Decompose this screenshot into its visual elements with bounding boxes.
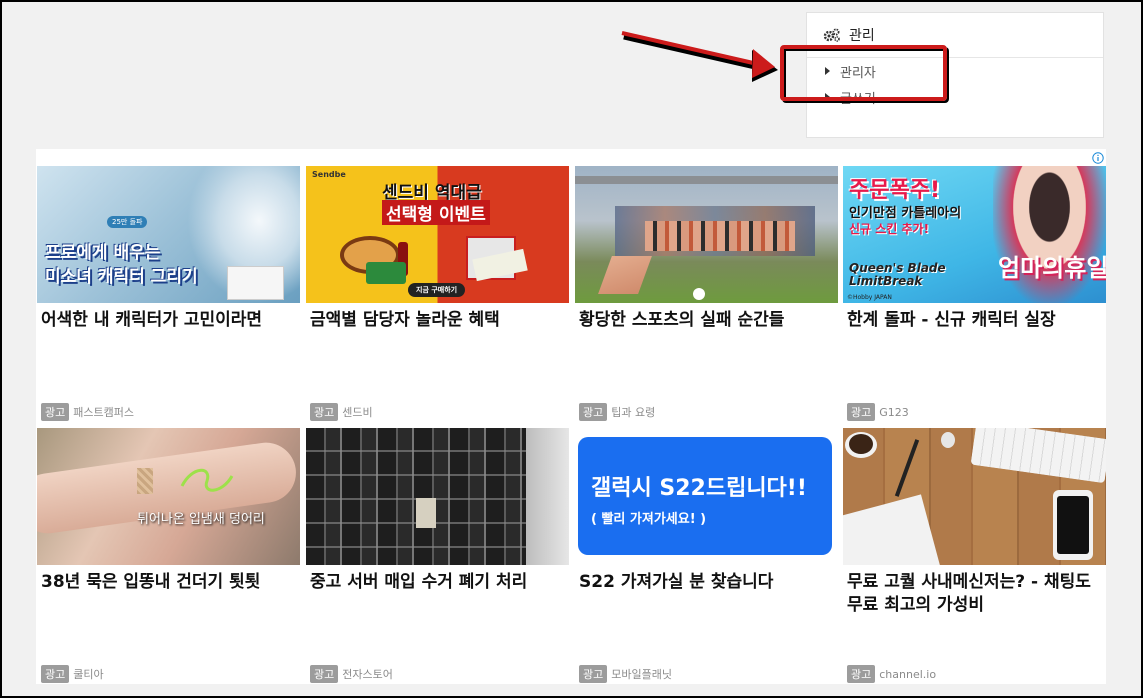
annotation-highlight-box xyxy=(780,45,947,101)
ad-image-text: 선택형 이벤트 xyxy=(382,200,490,225)
ad-title: 어색한 내 캐릭터가 고민이라면 xyxy=(41,310,263,330)
ad-image-logo: Queen's Blade LimitBreak xyxy=(849,261,946,288)
ad-image xyxy=(306,428,569,565)
ad-badge: 광고 xyxy=(847,403,876,421)
ad-image: Sendbe 센드비 역대급 선택형 이벤트 지금 구매하기 xyxy=(306,166,569,303)
ad-image-text: ( 빨리 가져가세요! ) xyxy=(591,512,707,527)
ad-image-text: 미소녀 캐릭터 그리기 xyxy=(45,267,198,287)
ad-title: 무료 고퀄 사내메신저는? - 채팅도 무료 최고의 가성비 xyxy=(847,572,1091,615)
ad-image-cta: 지금 구매하기 xyxy=(408,283,466,297)
ad-title: 한계 돌파 - 신규 캐릭터 실장 xyxy=(847,310,1056,330)
gears-icon xyxy=(823,28,840,42)
ad-badge: 광고 xyxy=(579,665,608,683)
ad-source: 광고 channel.io xyxy=(847,665,936,683)
ad-badge: 광고 xyxy=(41,665,70,683)
ad-image: 갤럭시 S22드립니다!! ( 빨리 가져가세요! ) xyxy=(575,428,838,565)
ad-image: 25만 돌파 프로에게 배우는 미소녀 캐릭터 그리기 xyxy=(37,166,300,303)
info-icon[interactable] xyxy=(1092,152,1104,164)
admin-widget-title: 관리 xyxy=(849,28,875,44)
ad-card[interactable]: 주문폭주! 인기만점 카틀레아의 신규 스킨 추가! Queen's Blade… xyxy=(843,166,1106,421)
ad-image-text: Sendbe xyxy=(312,170,346,179)
ad-brand: G123 xyxy=(879,405,909,419)
ad-image: 튀어나온 입냄새 덩어리 xyxy=(37,428,300,565)
ad-image-text: 갤럭시 S22드립니다!! xyxy=(591,476,807,501)
ad-source: 광고 G123 xyxy=(847,403,909,421)
ad-card[interactable]: 튀어나온 입냄새 덩어리 38년 묵은 입똥내 건더기 툇툇 광고 쿨티아 xyxy=(37,428,300,683)
ad-brand: 센드비 xyxy=(342,406,373,419)
ad-source: 광고 전자스토어 xyxy=(310,665,393,683)
ad-brand: 전자스토어 xyxy=(342,668,393,681)
ad-source: 광고 모바일플래닛 xyxy=(579,665,672,683)
ad-image-copyright: ©Hobby JAPAN xyxy=(847,294,892,301)
ad-brand: 패스트캠퍼스 xyxy=(73,406,134,419)
ad-source: 광고 패스트캠퍼스 xyxy=(41,403,134,421)
ad-card[interactable]: 황당한 스포츠의 실패 순간들 광고 팁과 요령 xyxy=(575,166,838,421)
ad-brand: 팁과 요령 xyxy=(611,406,656,419)
ad-image: 주문폭주! 인기만점 카틀레아의 신규 스킨 추가! Queen's Blade… xyxy=(843,166,1106,303)
annotation-arrow xyxy=(621,31,778,82)
ad-title: 중고 서버 매입 수거 폐기 처리 xyxy=(310,572,528,592)
ad-image-text: 신규 스킨 추가! xyxy=(849,222,930,236)
ad-image-text: 엄마의휴일 xyxy=(998,254,1106,282)
ad-card[interactable]: 갤럭시 S22드립니다!! ( 빨리 가져가세요! ) S22 가져가실 분 찾… xyxy=(575,428,838,683)
ad-brand: channel.io xyxy=(879,667,937,681)
ad-title: 금액별 담당자 놀라운 혜택 xyxy=(310,310,500,330)
ad-badge: 광고 xyxy=(310,665,339,683)
ad-badge: 광고 xyxy=(310,403,339,421)
ad-title: 황당한 스포츠의 실패 순간들 xyxy=(579,310,785,330)
ad-badge: 광고 xyxy=(41,403,70,421)
ad-badge: 광고 xyxy=(579,403,608,421)
ad-card[interactable]: Sendbe 센드비 역대급 선택형 이벤트 지금 구매하기 금액별 담당자 놀… xyxy=(306,166,569,421)
ad-source: 광고 센드비 xyxy=(310,403,373,421)
ad-grid: 25만 돌파 프로에게 배우는 미소녀 캐릭터 그리기 어색한 내 캐릭터가 고… xyxy=(36,149,1106,684)
ad-brand: 모바일플래닛 xyxy=(611,668,672,681)
ad-image-text: 인기만점 카틀레아의 xyxy=(849,206,962,221)
ad-card[interactable]: 무료 고퀄 사내메신저는? - 채팅도 무료 최고의 가성비 광고 channe… xyxy=(843,428,1106,683)
ad-image-text: 주문폭주! xyxy=(849,178,940,203)
ad-title: S22 가져가실 분 찾습니다 xyxy=(579,572,774,592)
ad-image xyxy=(843,428,1106,565)
ad-card[interactable]: 25만 돌파 프로에게 배우는 미소녀 캐릭터 그리기 어색한 내 캐릭터가 고… xyxy=(37,166,300,421)
ad-card[interactable]: 중고 서버 매입 수거 폐기 처리 광고 전자스토어 xyxy=(306,428,569,683)
ad-image xyxy=(575,166,838,303)
ad-image-tag: 25만 돌파 xyxy=(107,216,148,228)
ad-image-text: 튀어나온 입냄새 덩어리 xyxy=(137,512,265,527)
ad-image-text: 프로에게 배우는 xyxy=(45,243,161,263)
ad-badge: 광고 xyxy=(847,665,876,683)
ad-source: 광고 쿨티아 xyxy=(41,665,104,683)
ad-brand: 쿨티아 xyxy=(73,668,104,681)
ad-title: 38년 묵은 입똥내 건더기 툇툇 xyxy=(41,572,261,592)
ad-source: 광고 팁과 요령 xyxy=(579,403,655,421)
